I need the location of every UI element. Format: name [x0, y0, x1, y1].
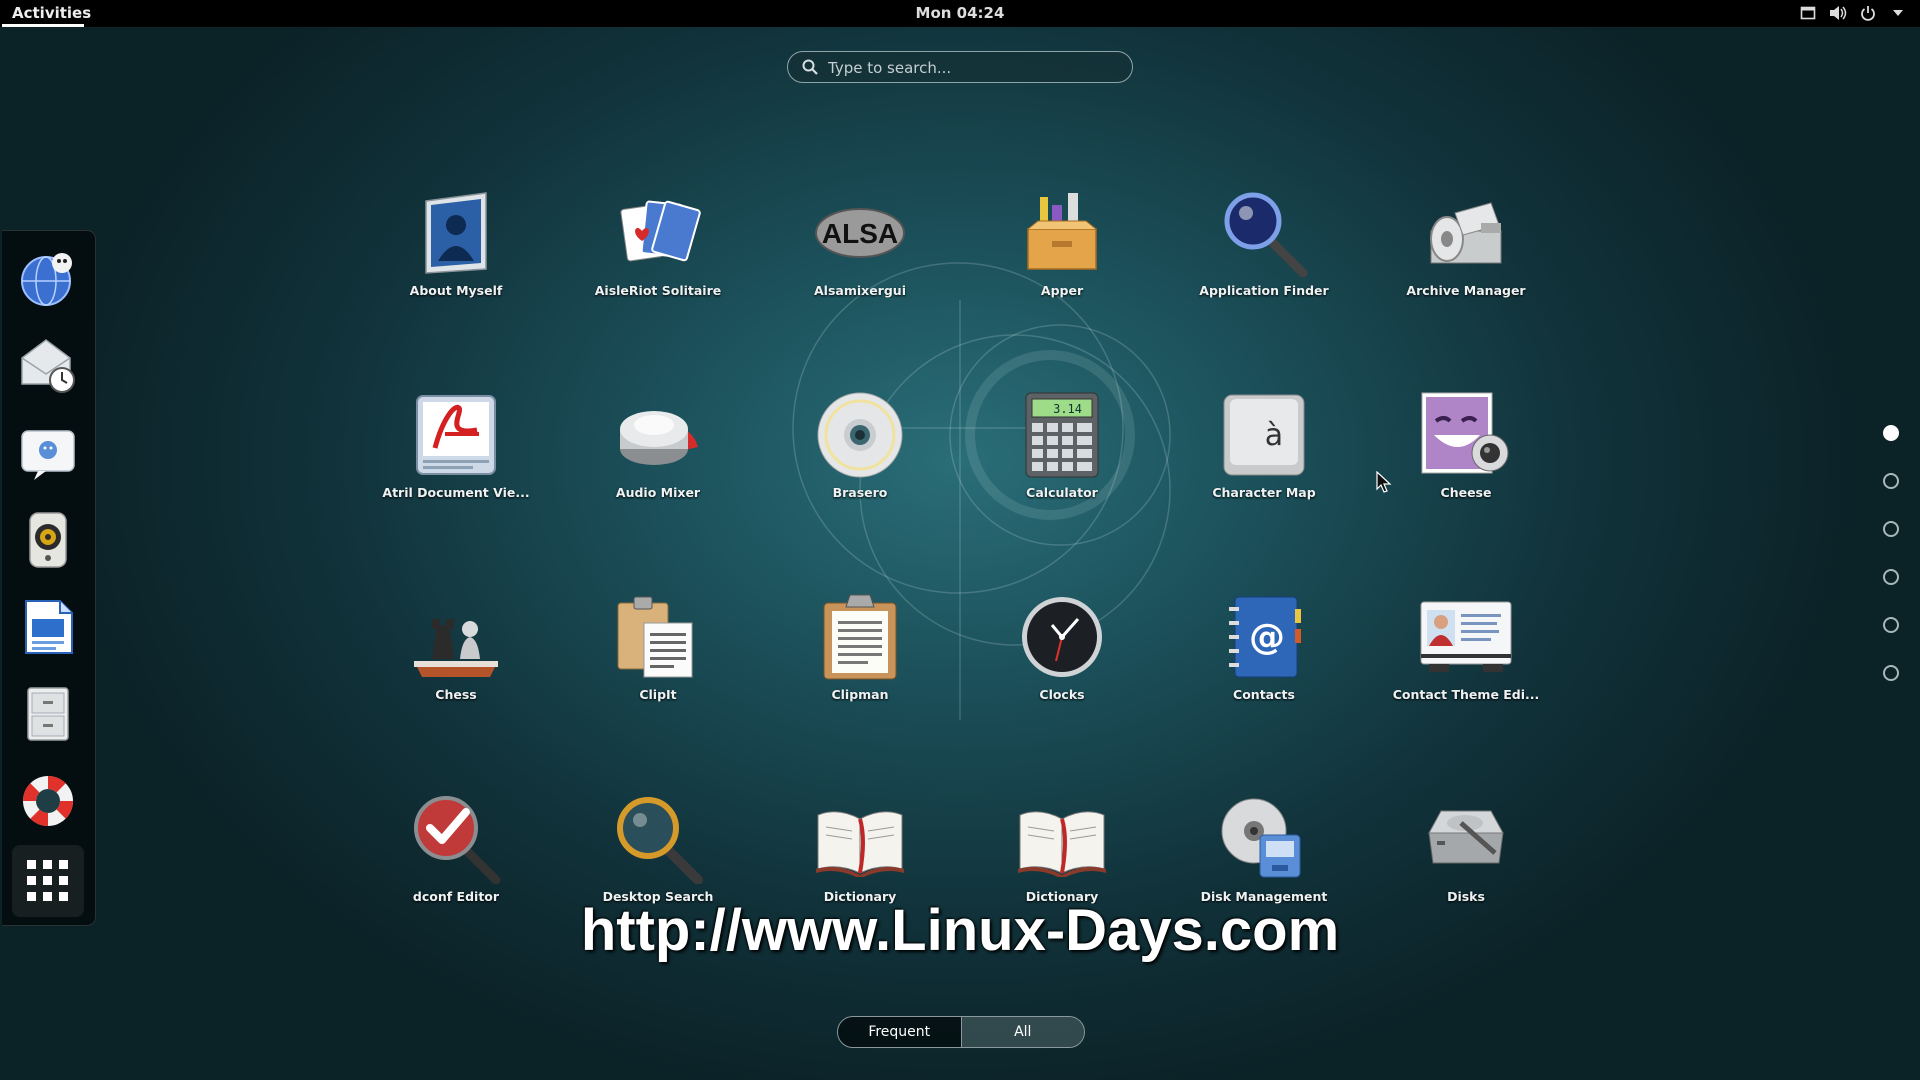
dash-item-writer[interactable] [12, 591, 84, 663]
chess-icon [408, 589, 504, 685]
magnifier-icon [1216, 185, 1312, 281]
archive-icon [1418, 185, 1514, 281]
magnifier-icon [610, 791, 706, 887]
key-icon: à [1216, 387, 1312, 483]
all-button[interactable]: All [961, 1017, 1084, 1047]
book-icon [1014, 791, 1110, 887]
address-book-icon: @ [1216, 589, 1312, 685]
app-label: Archive Manager [1406, 283, 1526, 298]
app-disks[interactable]: Disks [1371, 791, 1561, 931]
webcam-icon [1418, 387, 1514, 483]
app-contacts[interactable]: @ Contacts [1169, 589, 1359, 729]
app-clocks[interactable]: Clocks [967, 589, 1157, 729]
app-label: Contact Theme Edi... [1392, 687, 1540, 702]
globe-icon [21, 253, 72, 306]
dash-item-music[interactable] [12, 504, 84, 576]
person-icon [408, 185, 504, 281]
app-chess[interactable]: Chess [361, 589, 551, 729]
app-label: Alsamixergui [814, 283, 906, 298]
app-label: Chess [435, 687, 477, 702]
search-icon [802, 59, 818, 75]
alsa-text: ALSA [822, 218, 898, 249]
cards-icon [610, 185, 706, 281]
app-label: Audio Mixer [615, 485, 701, 500]
app-contact-theme-editor[interactable]: Contact Theme Edi... [1371, 589, 1561, 729]
app-label: Character Map [1212, 485, 1316, 500]
app-label: dconf Editor [412, 889, 500, 904]
dash-item-help[interactable] [12, 765, 84, 837]
dash-item-web-browser[interactable] [12, 243, 84, 315]
pdf-icon [408, 387, 504, 483]
charmap-glyph: à [1265, 418, 1283, 453]
app-calculator[interactable]: 3.14 Calculator [967, 387, 1157, 527]
frequent-button[interactable]: Frequent [838, 1017, 962, 1047]
cabinet-icon [27, 687, 69, 741]
watermark-text: http://www.Linux-Days.com [580, 898, 1340, 963]
dash-item-chat[interactable] [12, 417, 84, 489]
show-applications-button[interactable] [12, 845, 84, 917]
box-icon [1014, 185, 1110, 281]
disks-icon [1418, 791, 1514, 887]
app-application-finder[interactable]: Application Finder [1169, 185, 1359, 325]
alsa-icon: ALSA [812, 185, 908, 281]
page-dot-4[interactable] [1883, 569, 1899, 585]
app-clipit[interactable]: ClipIt [563, 589, 753, 729]
clock-icon [1014, 589, 1110, 685]
app-label: Disks [1447, 889, 1485, 904]
calculator-icon: 3.14 [1014, 387, 1110, 483]
clipboard-icon [812, 589, 908, 685]
grid-icon [27, 860, 68, 901]
app-label: ClipIt [639, 687, 677, 702]
app-character-map[interactable]: à Character Map [1169, 387, 1359, 527]
page-dot-6[interactable] [1883, 665, 1899, 681]
disk-management-icon [1216, 791, 1312, 887]
view-toggle: Frequent All [837, 1016, 1085, 1048]
mouse-cursor-icon [1376, 471, 1392, 493]
app-dconf-editor[interactable]: dconf Editor [361, 791, 551, 931]
page-dot-5[interactable] [1883, 617, 1899, 633]
app-aisleriot-solitaire[interactable]: AisleRiot Solitaire [563, 185, 753, 325]
knob-icon [610, 387, 706, 483]
app-label: Application Finder [1199, 283, 1329, 298]
page-dot-1[interactable] [1883, 425, 1899, 441]
app-label: Clipman [831, 687, 889, 702]
app-label: Clocks [1039, 687, 1085, 702]
page-dot-3[interactable] [1883, 521, 1899, 537]
app-label: About Myself [409, 283, 503, 298]
dash-item-mail[interactable] [12, 330, 84, 402]
app-alsamixergui[interactable]: ALSA Alsamixergui [765, 185, 955, 325]
app-audio-mixer[interactable]: Audio Mixer [563, 387, 753, 527]
document-icon [25, 600, 73, 654]
search-input[interactable] [826, 56, 1120, 80]
app-label: AisleRiot Solitaire [594, 283, 722, 298]
contact-card-icon [1418, 589, 1514, 685]
app-atril-document-viewer[interactable]: Atril Document Vie... [361, 387, 551, 527]
app-archive-manager[interactable]: Archive Manager [1371, 185, 1561, 325]
mail-clock-icon [21, 339, 75, 393]
app-brasero[interactable]: Brasero [765, 387, 955, 527]
app-clipman[interactable]: Clipman [765, 589, 955, 729]
calc-display: 3.14 [1053, 402, 1082, 416]
check-magnifier-icon [408, 791, 504, 887]
app-label: Atril Document Vie... [382, 485, 530, 500]
svg-text:@: @ [1249, 617, 1285, 658]
clipboard-icon [610, 589, 706, 685]
app-label: Brasero [832, 485, 888, 500]
dash [2, 230, 96, 926]
app-label: Calculator [1026, 485, 1098, 500]
app-apper[interactable]: Apper [967, 185, 1157, 325]
dash-item-files[interactable] [12, 678, 84, 750]
book-icon [812, 791, 908, 887]
app-cheese[interactable]: Cheese [1371, 387, 1561, 527]
disc-icon [812, 387, 908, 483]
app-label: Cheese [1440, 485, 1492, 500]
chat-icon [21, 430, 75, 480]
app-about-myself[interactable]: About Myself [361, 185, 551, 325]
lifebuoy-icon [22, 775, 74, 827]
app-label: Contacts [1233, 687, 1295, 702]
search-box[interactable] [787, 51, 1133, 83]
app-label: Apper [1040, 283, 1084, 298]
speaker-icon [29, 512, 67, 568]
page-dot-2[interactable] [1883, 473, 1899, 489]
